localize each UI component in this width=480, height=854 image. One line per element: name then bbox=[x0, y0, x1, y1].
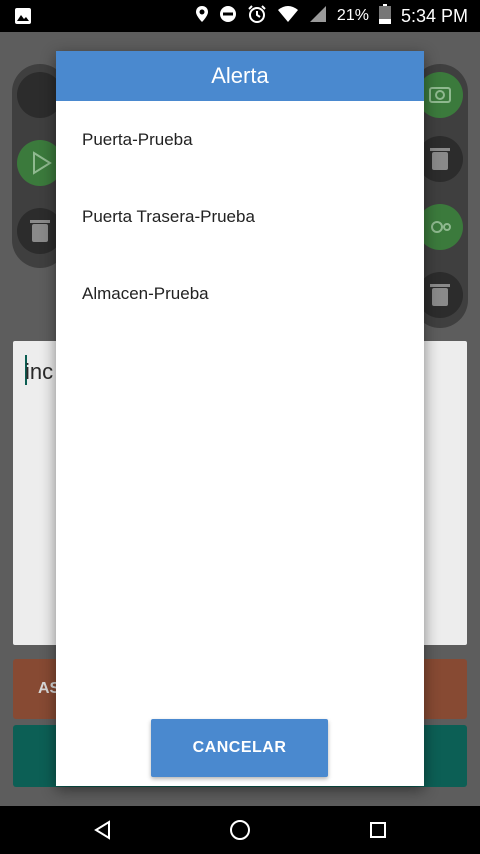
status-bar: 21% 5:34 PM bbox=[0, 0, 480, 32]
wifi-icon bbox=[277, 5, 299, 28]
alert-dialog: Alerta Puerta-Prueba Puerta Trasera-Prue… bbox=[56, 51, 424, 786]
back-icon[interactable] bbox=[91, 818, 115, 842]
clock: 5:34 PM bbox=[400, 5, 468, 26]
option-puerta-prueba[interactable]: Puerta-Prueba bbox=[56, 101, 424, 178]
navigation-bar bbox=[0, 806, 480, 854]
location-icon bbox=[195, 5, 209, 28]
battery-icon bbox=[378, 3, 391, 29]
alarm-icon bbox=[247, 4, 267, 29]
recents-icon[interactable] bbox=[366, 818, 390, 842]
option-almacen-prueba[interactable]: Almacen-Prueba bbox=[56, 255, 424, 332]
image-icon bbox=[14, 7, 32, 30]
cancel-button[interactable]: CANCELAR bbox=[151, 719, 328, 777]
incident-text-value: inc bbox=[25, 359, 54, 384]
dialog-title: Alerta bbox=[56, 51, 424, 101]
option-puerta-trasera-prueba[interactable]: Puerta Trasera-Prueba bbox=[56, 178, 424, 255]
battery-percent: 21% bbox=[336, 7, 369, 24]
do-not-disturb-icon bbox=[219, 5, 237, 28]
signal-icon bbox=[309, 5, 327, 28]
home-icon[interactable] bbox=[228, 818, 252, 842]
